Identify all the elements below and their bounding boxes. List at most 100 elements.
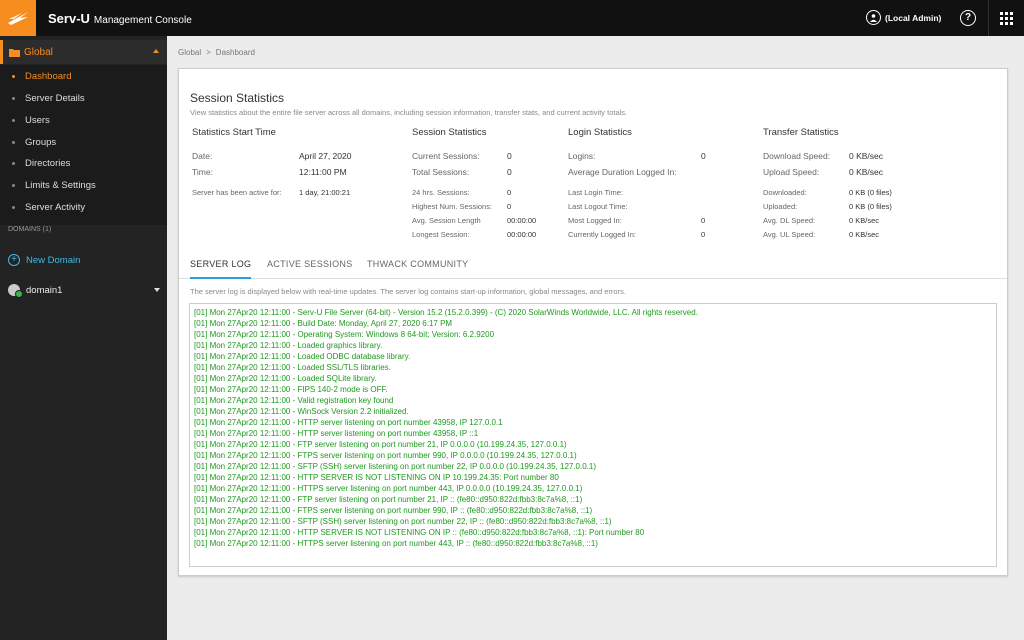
sidebar-item-server-activity[interactable]: Server Activity <box>0 197 167 217</box>
logins-label: Logins: <box>568 151 596 161</box>
sidebar: Global Dashboard Server Details Users Gr… <box>0 36 167 640</box>
sidebar-item-label: Server Details <box>25 92 85 104</box>
sidebar-item-label: Server Activity <box>25 201 86 213</box>
solarwinds-logo-icon[interactable] <box>0 0 36 36</box>
sidebar-global[interactable]: Global <box>0 40 167 64</box>
current-sessions-label: Current Sessions: <box>412 151 480 161</box>
log-line: [01] Mon 27Apr20 12:11:00 - SFTP (SSH) s… <box>194 517 612 526</box>
new-domain-label: New Domain <box>26 254 81 266</box>
longest-session-value: 00:00:00 <box>507 230 537 239</box>
log-line: [01] Mon 27Apr20 12:11:00 - HTTPS server… <box>194 539 598 548</box>
sidebar-item-dashboard[interactable]: Dashboard <box>0 66 167 86</box>
log-line: [01] Mon 27Apr20 12:11:00 - Loaded graph… <box>194 341 383 350</box>
h24-sessions-value: 0 <box>507 188 512 197</box>
tab-active-sessions[interactable]: ACTIVE SESSIONS <box>267 259 353 279</box>
downloaded-value: 0 KB (0 files) <box>849 188 892 197</box>
time-value: 12:11:00 PM <box>299 167 347 177</box>
highest-sessions-label: Highest Num. Sessions: <box>412 202 493 211</box>
sidebar-item-label: Limits & Settings <box>25 179 96 191</box>
globe-icon <box>8 284 23 298</box>
sidebar-global-label: Global <box>24 46 53 58</box>
login-stats-heading: Login Statistics <box>568 127 632 138</box>
log-line: [01] Mon 27Apr20 12:11:00 - Build Date: … <box>194 319 453 328</box>
log-line: [01] Mon 27Apr20 12:11:00 - Loaded ODBC … <box>194 352 411 361</box>
stats-start-heading: Statistics Start Time <box>192 127 276 138</box>
help-icon[interactable]: ? <box>960 10 976 26</box>
sidebar-item-label: Users <box>25 114 50 126</box>
logins-value: 0 <box>701 151 706 161</box>
upload-speed-label: Upload Speed: <box>763 167 820 177</box>
last-login-label: Last Login Time: <box>568 188 624 197</box>
page-title: Session Statistics <box>190 91 285 105</box>
top-bar: Serv-U Management Console (Local Admin) ? <box>0 0 1024 36</box>
user-icon <box>866 10 881 25</box>
folder-icon <box>9 48 20 57</box>
app-title: Serv-U Management Console <box>48 11 192 26</box>
new-domain-button[interactable]: + New Domain <box>8 254 80 266</box>
avg-ul-speed-label: Avg. UL Speed: <box>763 230 816 239</box>
currently-logged-label: Currently Logged In: <box>568 230 636 239</box>
sidebar-item-label: Directories <box>25 157 71 169</box>
user-name: (Local Admin) <box>885 12 942 23</box>
sidebar-item-server-details[interactable]: Server Details <box>0 88 167 108</box>
uploaded-label: Uploaded: <box>763 202 798 211</box>
current-sessions-value: 0 <box>507 151 512 161</box>
log-line: [01] Mon 27Apr20 12:11:00 - FIPS 140-2 m… <box>194 385 388 394</box>
transfer-stats-heading: Transfer Statistics <box>763 127 839 138</box>
log-line: [01] Mon 27Apr20 12:11:00 - HTTP server … <box>194 429 479 438</box>
log-line: [01] Mon 27Apr20 12:11:00 - FTPS server … <box>194 506 593 515</box>
breadcrumb-separator: > <box>206 48 211 57</box>
avg-duration-label: Average Duration Logged In: <box>568 167 677 177</box>
log-line: [01] Mon 27Apr20 12:11:00 - SFTP (SSH) s… <box>194 462 597 471</box>
most-logged-value: 0 <box>701 216 706 225</box>
breadcrumb-global[interactable]: Global <box>178 48 201 57</box>
session-statistics-panel: Session Statistics View statistics about… <box>178 68 1008 576</box>
tab-server-log[interactable]: SERVER LOG <box>190 259 252 279</box>
active-value: 1 day, 21:00:21 <box>299 188 351 197</box>
apps-menu-button[interactable] <box>988 0 1024 36</box>
avg-ul-speed-value: 0 KB/sec <box>849 230 880 239</box>
log-line: [01] Mon 27Apr20 12:11:00 - Operating Sy… <box>194 330 495 339</box>
sidebar-item-domain1[interactable]: domain1 <box>8 284 160 298</box>
chevron-down-icon[interactable] <box>154 288 160 292</box>
date-label: Date: <box>192 151 213 161</box>
log-line: [01] Mon 27Apr20 12:11:00 - FTPS server … <box>194 451 577 460</box>
active-label: Server has been active for: <box>192 188 282 197</box>
page-description: View statistics about the entire file se… <box>190 108 628 117</box>
breadcrumb-dashboard: Dashboard <box>215 48 255 57</box>
currently-logged-value: 0 <box>701 230 706 239</box>
sidebar-item-directories[interactable]: Directories <box>0 153 167 173</box>
log-line: [01] Mon 27Apr20 12:11:00 - FTP server l… <box>194 440 567 449</box>
chevron-up-icon <box>153 49 159 53</box>
log-description: The server log is displayed below with r… <box>190 287 626 296</box>
date-value: April 27, 2020 <box>299 151 352 161</box>
log-line: [01] Mon 27Apr20 12:11:00 - Loaded SSL/T… <box>194 363 391 372</box>
log-line: [01] Mon 27Apr20 12:11:00 - Serv-U File … <box>194 308 698 317</box>
sidebar-item-limits-settings[interactable]: Limits & Settings <box>0 175 167 195</box>
tab-thwack-community[interactable]: THWACK COMMUNITY <box>367 259 468 279</box>
brand-subtitle: Management Console <box>93 15 192 26</box>
log-line: [01] Mon 27Apr20 12:11:00 - HTTP SERVER … <box>194 528 645 537</box>
session-stats-heading: Session Statistics <box>412 127 487 138</box>
sidebar-item-groups[interactable]: Groups <box>0 132 167 152</box>
time-label: Time: <box>192 167 213 177</box>
sidebar-item-users[interactable]: Users <box>0 110 167 130</box>
user-menu[interactable]: (Local Admin) <box>866 10 941 25</box>
download-speed-value: 0 KB/sec <box>849 151 884 161</box>
last-logout-label: Last Logout Time: <box>568 202 628 211</box>
log-line: [01] Mon 27Apr20 12:11:00 - HTTPS server… <box>194 484 583 493</box>
log-line: [01] Mon 27Apr20 12:11:00 - Loaded SQLit… <box>194 374 377 383</box>
log-tabs: SERVER LOG ACTIVE SESSIONS THWACK COMMUN… <box>179 253 1007 279</box>
avg-dl-speed-label: Avg. DL Speed: <box>763 216 816 225</box>
breadcrumb: Global > Dashboard <box>178 48 255 57</box>
log-line: [01] Mon 27Apr20 12:11:00 - HTTP SERVER … <box>194 473 559 482</box>
most-logged-label: Most Logged In: <box>568 216 622 225</box>
log-line: [01] Mon 27Apr20 12:11:00 - FTP server l… <box>194 495 583 504</box>
server-log-box[interactable]: [01] Mon 27Apr20 12:11:00 - Serv-U File … <box>189 303 997 567</box>
total-sessions-label: Total Sessions: <box>412 167 470 177</box>
sidebar-item-label: Dashboard <box>25 70 72 82</box>
avg-dl-speed-value: 0 KB/sec <box>849 216 880 225</box>
highest-sessions-value: 0 <box>507 202 512 211</box>
plus-icon: + <box>8 254 20 266</box>
sidebar-item-label: Groups <box>25 136 57 148</box>
